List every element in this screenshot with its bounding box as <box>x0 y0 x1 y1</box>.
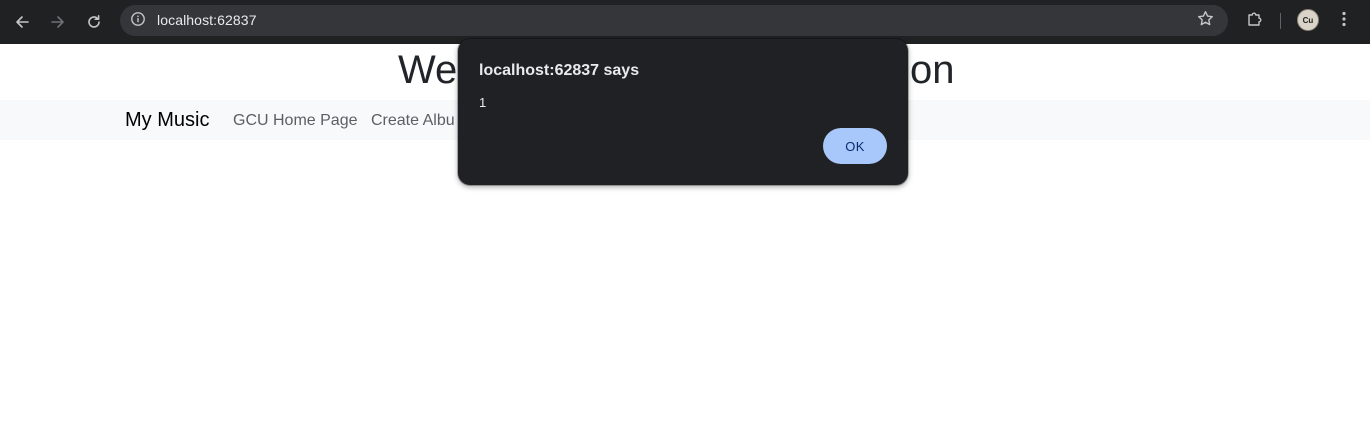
arrow-right-icon <box>50 14 66 30</box>
page-heading-left: We <box>398 48 458 92</box>
info-icon <box>130 11 146 32</box>
reload-icon <box>86 14 102 30</box>
back-button[interactable] <box>8 8 36 36</box>
dialog-title: localhost:62837 says <box>479 62 640 79</box>
address-bar[interactable]: localhost:62837 <box>120 5 1228 36</box>
puzzle-icon <box>1246 10 1264 33</box>
browser-menu-button[interactable] <box>1332 8 1356 34</box>
bookmark-button[interactable] <box>1194 10 1216 32</box>
browser-toolbar: localhost:62837 Cu <box>0 0 1370 44</box>
alert-dialog: localhost:62837 says 1 OK <box>458 39 908 185</box>
url-text[interactable]: localhost:62837 <box>157 12 257 28</box>
navbar-brand[interactable]: My Music <box>125 108 209 132</box>
nav-link-gcu-home[interactable]: GCU Home Page <box>233 111 358 130</box>
dialog-message: 1 <box>479 95 487 110</box>
arrow-left-icon <box>14 14 30 30</box>
profile-avatar[interactable]: Cu <box>1297 9 1319 31</box>
toolbar-divider <box>1280 13 1281 29</box>
site-info-button[interactable] <box>127 10 149 32</box>
ok-button[interactable]: OK <box>823 128 887 164</box>
profile-initials: Cu <box>1302 15 1314 25</box>
forward-button[interactable] <box>44 8 72 36</box>
reload-button[interactable] <box>80 8 108 36</box>
nav-link-create-album[interactable]: Create Albu <box>371 111 455 130</box>
kebab-menu-icon <box>1342 11 1346 32</box>
star-icon <box>1197 10 1214 32</box>
extensions-button[interactable] <box>1242 8 1268 34</box>
